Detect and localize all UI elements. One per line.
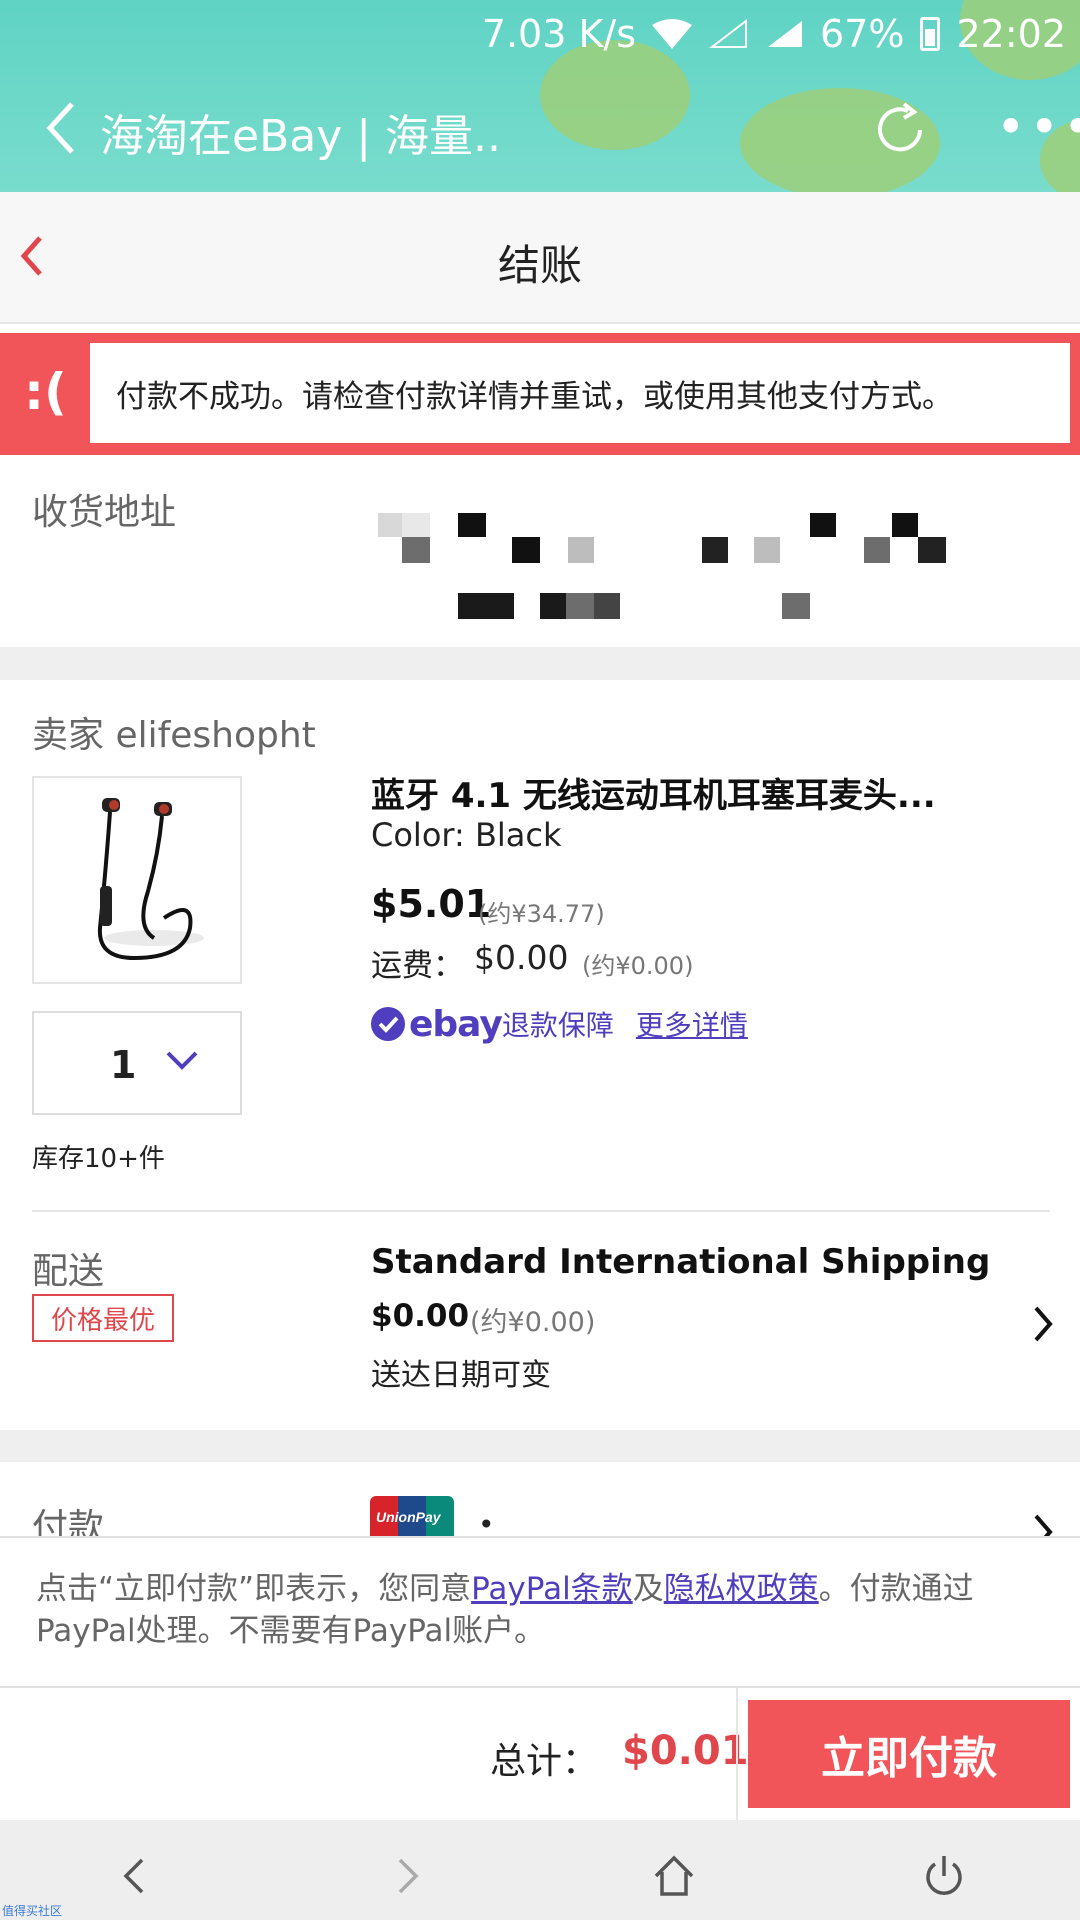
address-label: 收货地址 <box>32 492 177 533</box>
total-amount: $0.01 <box>622 1728 749 1774</box>
pay-now-button[interactable]: 立即付款 <box>748 1700 1070 1808</box>
item-title[interactable]: 蓝牙 4.1 无线运动耳机耳塞耳麦头... <box>371 768 936 817</box>
delivery-label: 配送 <box>32 1251 105 1292</box>
browser-nav-bar <box>0 1820 1080 1920</box>
section-divider <box>0 1430 1080 1462</box>
privacy-policy-link[interactable]: 隐私权政策 <box>664 1571 819 1607</box>
quantity-value: 1 <box>110 1043 137 1087</box>
terms-notice: 点击“立即付款”即表示，您同意PayPal条款及隐私权政策。付款通过PayPal… <box>0 1536 1080 1688</box>
item-price: $5.01 <box>371 882 492 926</box>
watermark: 值得买社区 <box>2 1904 63 1918</box>
error-message: 付款不成功。请检查付款详情并重试，或使用其他支付方式。 <box>90 343 1070 443</box>
delivery-date-note: 送达日期可变 <box>371 1358 551 1393</box>
divider <box>32 1210 1050 1212</box>
guarantee-text: 退款保障 <box>501 1009 614 1042</box>
quantity-select[interactable]: 1 <box>32 1011 242 1115</box>
total-label: 总计： <box>490 1741 599 1782</box>
page-title: 结账 <box>497 241 582 290</box>
chevron-down-icon <box>166 1051 198 1070</box>
cell-signal-icon <box>768 21 803 47</box>
refresh-icon[interactable] <box>868 98 932 162</box>
check-badge-icon <box>371 1007 405 1041</box>
shipping-fee: $0.00 <box>474 938 569 977</box>
status-bar: 7.03 K/s 67% 22:02 <box>482 10 1066 58</box>
item-variant: Color: Black <box>371 816 562 854</box>
chevron-right-icon[interactable] <box>1032 1304 1054 1344</box>
home-icon[interactable] <box>650 1852 698 1900</box>
section-divider <box>0 647 1080 680</box>
battery-icon <box>920 17 941 51</box>
shipping-price-cny: (约¥0.00) <box>470 1307 596 1338</box>
item-price-cny: (约¥34.77) <box>478 900 605 928</box>
terms-and: 及 <box>632 1571 664 1607</box>
paypal-terms-link[interactable]: PayPal条款 <box>471 1571 633 1607</box>
app-header: 7.03 K/s 67% 22:02 海淘在eBay | 海量.. ••• <box>0 0 1080 192</box>
more-details-link[interactable]: 更多详情 <box>636 1004 748 1044</box>
wifi-icon <box>652 19 693 49</box>
divider <box>736 1688 738 1820</box>
checkout-footer: 总计： $0.01 立即付款 <box>0 1688 1080 1820</box>
stock-info: 库存10+件 <box>32 1144 165 1174</box>
terms-prefix: 点击“立即付款”即表示，您同意 <box>36 1571 472 1607</box>
seller-card: 卖家 elifeshopht 1 库存10+件 蓝牙 4.1 无线运动耳机耳塞耳… <box>0 680 1080 1430</box>
checkout-header: 结账 <box>0 192 1080 324</box>
shipping-price: $0.00 <box>371 1298 470 1334</box>
cell-signal-empty-icon <box>709 19 748 48</box>
product-image[interactable] <box>32 776 242 984</box>
earphones-image <box>97 798 204 961</box>
shipping-address-section[interactable]: 收货地址 <box>0 455 1080 647</box>
shipping-method: Standard International Shipping <box>371 1242 991 1282</box>
app-title-row: 海淘在eBay | 海量.. ••• <box>0 90 1080 170</box>
clock: 22:02 <box>956 12 1066 56</box>
app-title: 海淘在eBay | 海量.. <box>100 111 502 162</box>
best-price-badge: 价格最优 <box>32 1294 174 1342</box>
more-menu-icon[interactable]: ••• <box>996 102 1080 152</box>
nav-forward-icon[interactable] <box>382 1852 430 1900</box>
error-banner: :( 付款不成功。请检查付款详情并重试，或使用其他支付方式。 <box>0 333 1080 455</box>
seller-name: 卖家 elifeshopht <box>32 715 316 756</box>
battery-percent: 67% <box>820 12 905 56</box>
network-speed: 7.03 K/s <box>481 12 637 56</box>
sad-face-icon: :( <box>24 363 67 421</box>
shipping-fee-cny: (约¥0.00) <box>582 952 694 980</box>
nav-back-icon[interactable] <box>112 1852 160 1900</box>
power-icon[interactable] <box>920 1852 968 1900</box>
svg-text:UnionPay: UnionPay <box>376 1509 442 1525</box>
back-arrow-icon[interactable] <box>38 98 86 158</box>
ebay-logo: ebay <box>409 1003 503 1045</box>
shipping-fee-label: 运费： <box>371 948 464 984</box>
money-back-guarantee: ebay 退款保障 更多详情 <box>371 1003 748 1045</box>
